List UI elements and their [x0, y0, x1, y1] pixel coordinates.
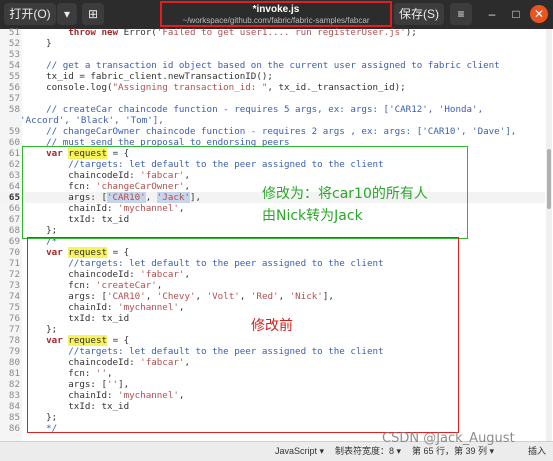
modified-annotation-line2: 由Nick转为Jack: [262, 208, 363, 224]
code-line[interactable]: 51 throw new Error('Failed to get user1.…: [0, 27, 545, 38]
original-annotation: 修改前: [251, 318, 293, 334]
code-line[interactable]: 54 // get a transaction id object based …: [0, 60, 545, 71]
header-bar: 打开(O) ▾ ⊞ *invoke.js ~/workspace/github.…: [0, 0, 553, 29]
watermark: CSDN @Jack_August: [382, 431, 515, 446]
maximize-icon[interactable]: □: [508, 6, 524, 22]
file-title: *invoke.js: [252, 4, 300, 15]
scrollbar-thumb[interactable]: [547, 149, 551, 209]
code-editor[interactable]: 51 throw new Error('Failed to get user1.…: [0, 27, 553, 441]
code-line[interactable]: 52 }: [0, 38, 545, 49]
original-code-box: [27, 237, 459, 433]
language-selector[interactable]: JavaScript ▾: [275, 446, 324, 457]
minimize-icon[interactable]: –: [484, 6, 500, 22]
open-button[interactable]: 打开(O): [4, 3, 56, 25]
save-button[interactable]: 保存(S): [394, 3, 444, 25]
close-icon[interactable]: ✕: [530, 5, 548, 23]
code-line[interactable]: 57: [0, 93, 545, 104]
open-dropdown-icon[interactable]: ▾: [57, 3, 77, 25]
file-path: ~/workspace/github.com/fabric/fabric-sam…: [182, 16, 370, 25]
modified-annotation-line1: 修改为：将car10的所有人: [262, 186, 428, 202]
hamburger-menu-icon[interactable]: ≡: [450, 3, 472, 25]
insert-mode: 插入: [528, 446, 547, 456]
cursor-position[interactable]: 第 65 行，第 39 列 ▾: [412, 446, 494, 457]
code-line[interactable]: 58 // createCar chaincode function - req…: [0, 104, 545, 115]
window-title: *invoke.js ~/workspace/github.com/fabric…: [160, 1, 392, 27]
code-line[interactable]: 'Accord', 'Black', 'Tom'],: [0, 115, 545, 126]
tab-width-selector[interactable]: 制表符宽度：8 ▾: [335, 446, 401, 457]
code-line[interactable]: 53: [0, 49, 545, 60]
code-line[interactable]: 55 tx_id = fabric_client.newTransactionI…: [0, 71, 545, 82]
new-tab-icon[interactable]: ⊞: [82, 3, 104, 25]
code-line[interactable]: 56 console.log("Assigning transaction_id…: [0, 82, 545, 93]
code-line[interactable]: 59 // changeCarOwner chaincode function …: [0, 126, 545, 137]
vertical-scrollbar[interactable]: [546, 29, 552, 441]
